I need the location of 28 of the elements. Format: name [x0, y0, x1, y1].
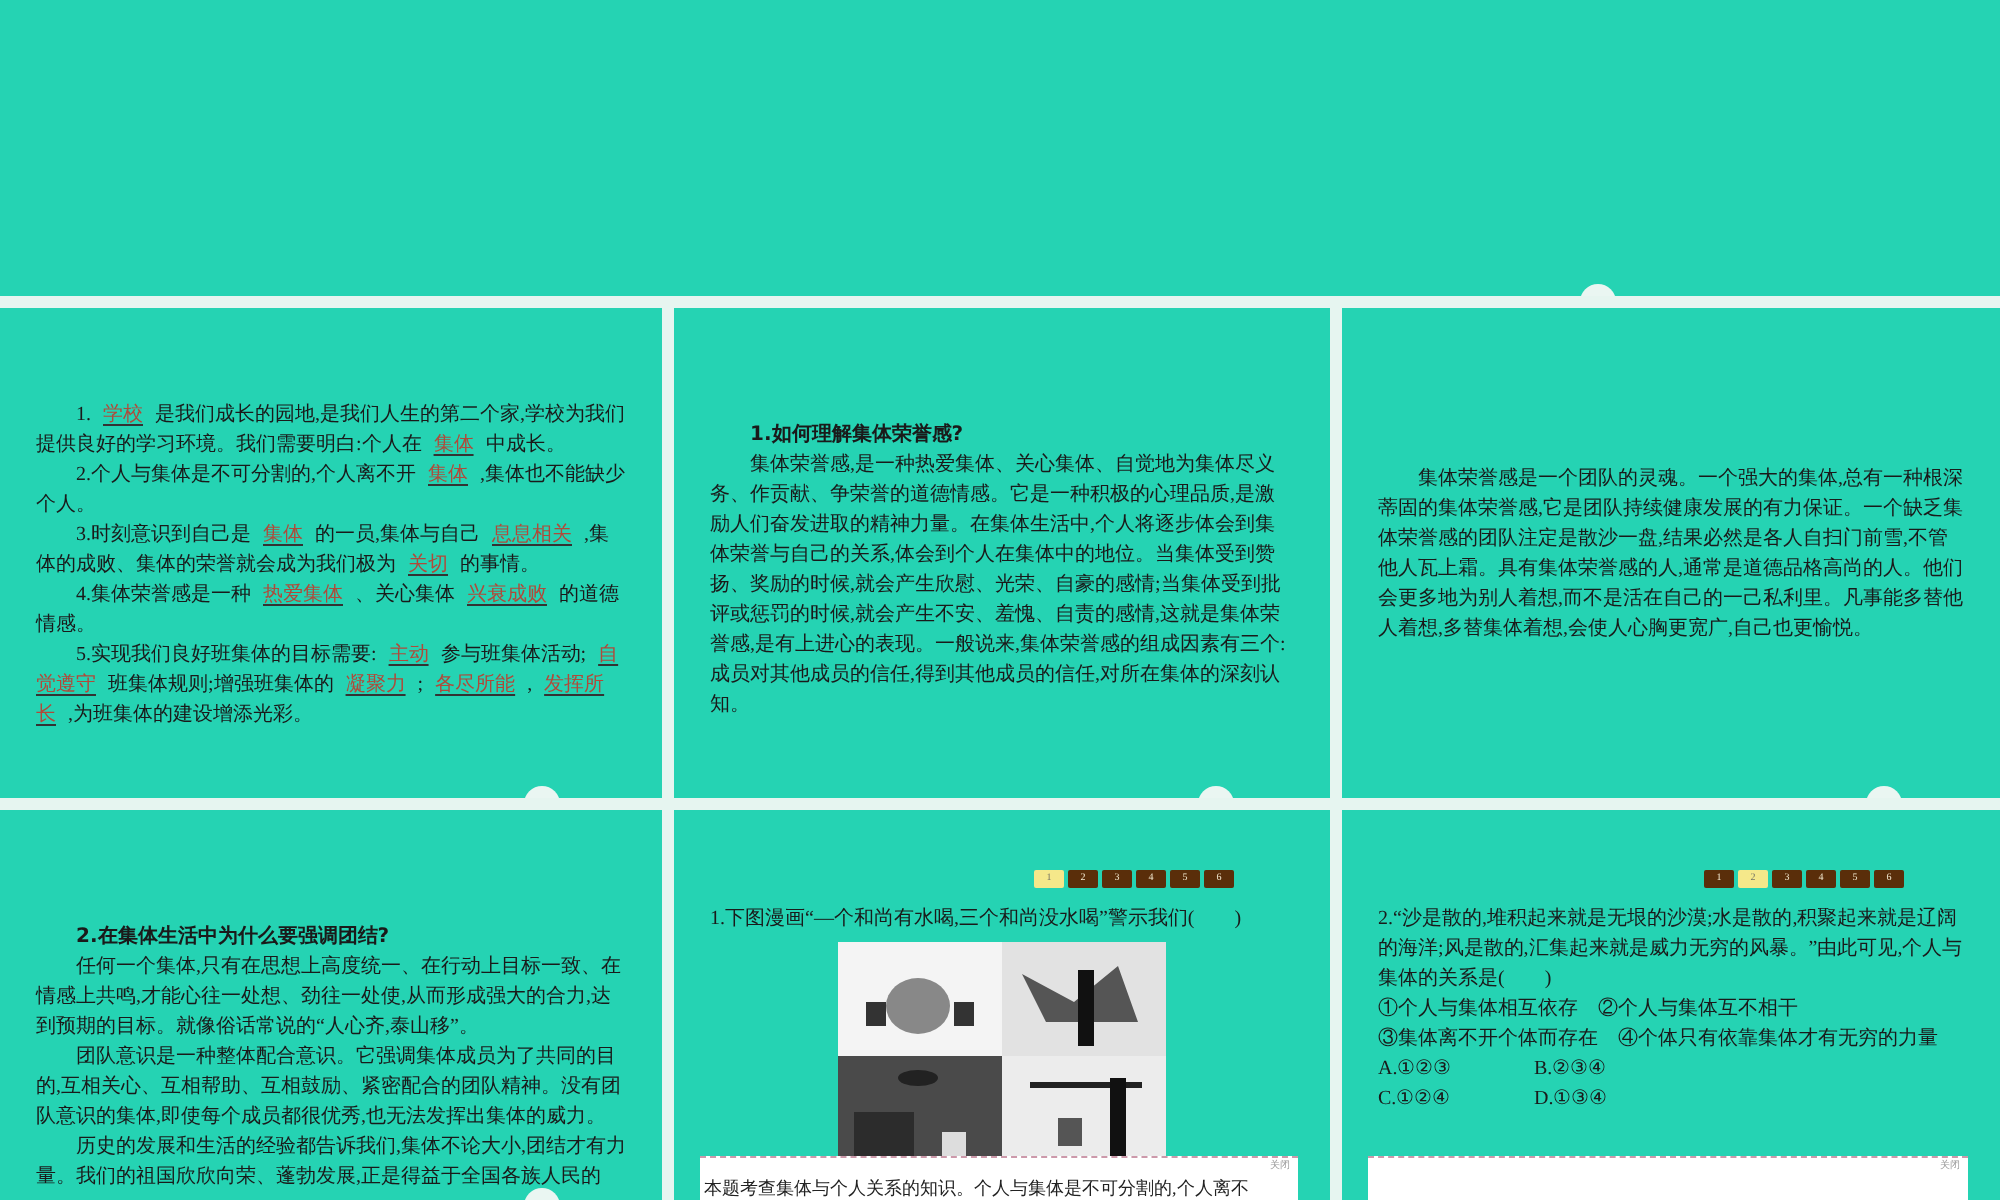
paragraph-text: 历史的发展和生活的经验都告诉我们,集体不论大小,团结才有力量。我们的祖国欣欣向荣、蓬勃发展,正是得益于全国各族人民的 [36, 1133, 626, 1192]
explanation-text: 本题考查集体与个人关系的知识。个人与集体是不可分割的,个人离不 [704, 1176, 1249, 1200]
paragraph-text: 集体荣誉感是一个团队的灵魂。一个强大的集体,总有一种根深蒂固的集体荣誉感,它是团队持续健康发展的有力保证。一个缺乏集体荣誉感的团队注定是散沙一盘,结果必然是各人自扫门前雪,不管他人瓦上霜。具有集体荣誉感的人,通常是道德品格高尚的人。他们会更多地为别人着想,而不是活在自己的一己私利里。凡事能多替他人着想,多替集体着想,会使人心胸更宽广,自己也更愉悦。 [1378, 465, 1964, 644]
answer-option: ①个人与集体相互依存 [1378, 994, 1578, 1024]
paragraph-text: 集体荣誉感,是一种热爱集体、关心集体、自觉地为集体尽义务、作贡献、争荣誉的道德情感。它是一种积极的心理品质,是激励人们奋发进取的精神力量。在集体生活中,个人将逐步体会到集体荣誉与自己的关系,体会到个人在集体中的地位。当集体受到赞扬、奖励的时候,就会产生欣慰、光荣、自豪的感情;当集体受到批评或惩罚的时候,就会产生不安、羞愧、自责的感情,这就是集体荣誉感,是有上进心的表现。一般说来,集体荣誉感的组成因素有三个:成员对其他成员的信任,得到其他成员的信任,对所在集体的深刻认知。 [710, 451, 1288, 720]
answer-option: ②个人与集体互不相干 [1598, 994, 1798, 1024]
slide-thumbnail[interactable]: 集体荣誉感是一个团队的灵魂。一个强大的集体,总有一种根深蒂固的集体荣誉感,它是团队持续健康发展的有力保证。一个缺乏集体荣誉感的团队注定是散沙一盘,结果必然是各人自扫门前雪,不管他人瓦上霜。具有集体荣誉感的人,通常是道德品格高尚的人。他们会更多地为别人着想,而不是活在自己的一己私利里。凡事能多替他人着想,多替集体着想,会使人心胸更宽广,自己也更愉悦。 [1342, 308, 2000, 798]
paragraph-text: 4.集体荣誉感是一种 热爱集体 、关心集体 兴衰成败 的道德情感。 [36, 581, 621, 640]
question-text: 2.“沙是散的,堆积起来就是无垠的沙漠;水是散的,积聚起来就是辽阔的海洋;风是散的,汇集起来就是威力无穷的风暴。”由此可见,个人与集体的关系是( ) [1376, 905, 1965, 994]
answer-option: B.②③④ [1534, 1054, 1670, 1084]
paragraph-text: 5.实现我们良好班集体的目标需要: 主动 参与班集体活动; 自觉遵守 班集体规则;增强班集体的 凝聚力 ; 各尽所能 , 发挥所长 ,为班集体的建设增添光彩。 [36, 641, 621, 730]
answer-option: A.①②③ [1378, 1054, 1514, 1084]
paragraph-text: 1. 学校 是我们成长的园地,是我们人生的第二个家,学校为我们提供良好的学习环境。我们需要明白:个人在 集体 中成长。 [36, 401, 626, 460]
answer-option: ④个体只有依靠集体才有无穷的力量 [1618, 1024, 1938, 1054]
paragraph-text: 3.时刻意识到自己是 集体 的一员,集体与自己 息息相关 ,集体的成败、集体的荣誉就会成为我们极为 关切 的事情。 [36, 521, 611, 580]
answer-option: C.①②④ [1378, 1084, 1514, 1114]
answer-option: ③集体离不开个体而存在 [1378, 1024, 1598, 1054]
slide-heading: 2.在集体生活中为什么要强调团结? [74, 923, 392, 952]
paragraph-text: 团队意识是一种整体配合意识。它强调集体成员为了共同的目的,互相关心、互相帮助、互相鼓励、紧密配合的团队精神。没有团队意识的集体,即使每个成员都很优秀,也无法发挥出集体的威力。 [36, 1043, 623, 1132]
paragraph-text: 任何一个集体,只有在思想上高度统一、在行动上目标一致、在情感上共鸣,才能心往一处想、劲往一处使,从而形成强大的合力,达到预期的目标。就像俗话常说的“人心齐,泰山移”。 [36, 953, 623, 1042]
slide-heading: 1.如何理解集体荣誉感? [748, 421, 966, 450]
slide-thumbnail[interactable] [0, 810, 662, 1200]
slide-thumbnail[interactable] [0, 0, 2000, 296]
paragraph-text: 2.个人与集体是不可分割的,个人离不开 集体 ,集体也不能缺少个人。 [36, 461, 626, 520]
slide-thumbnail[interactable] [674, 308, 1330, 798]
question-text: 1.下图漫画“—个和尚有水喝,三个和尚没水喝”警示我们( ) [708, 905, 1244, 934]
slide-thumbnail[interactable] [0, 308, 662, 798]
answer-option: D.①③④ [1534, 1084, 1670, 1114]
